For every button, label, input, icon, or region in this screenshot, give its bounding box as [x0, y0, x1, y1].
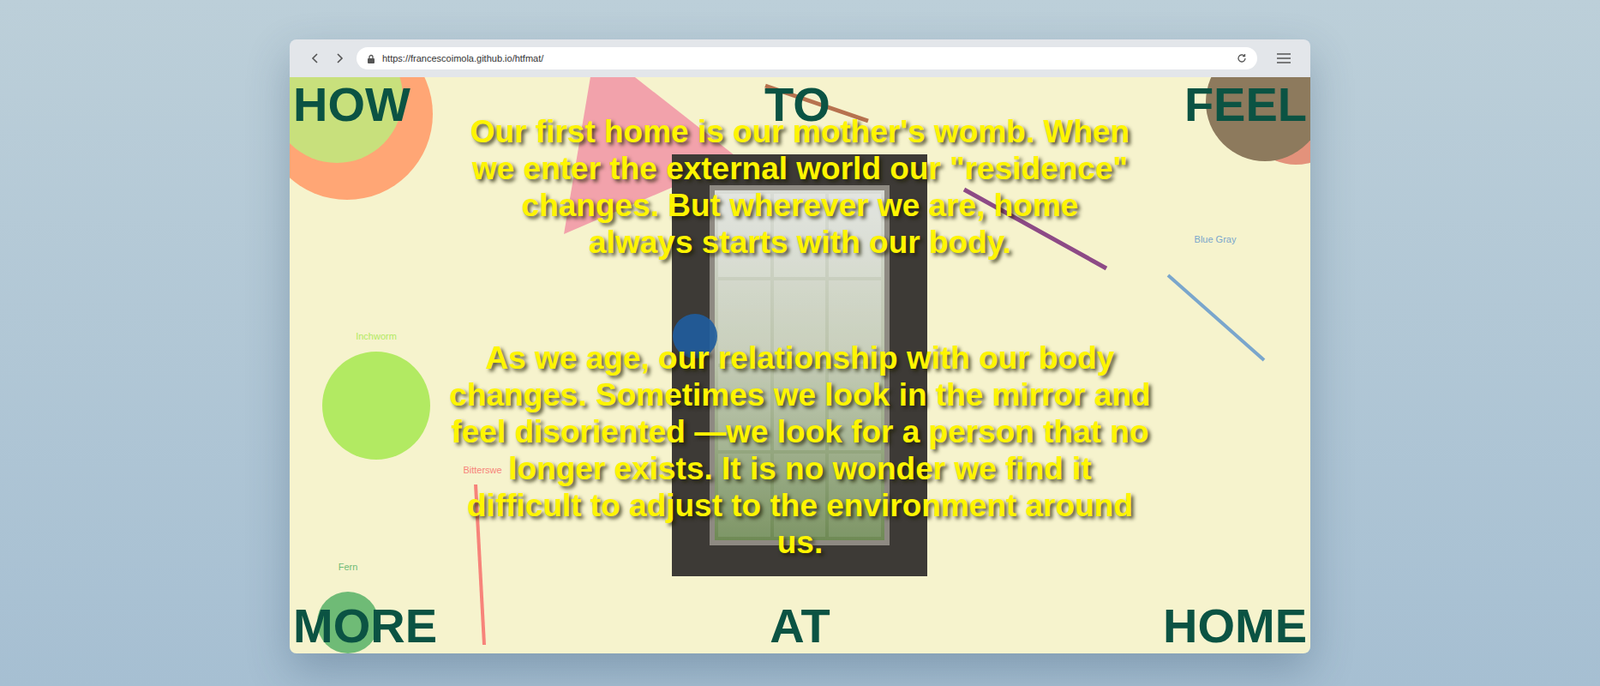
content-canvas: InchwormBlue GrayBittersweFern HOWTOFEEL…	[289, 77, 1311, 654]
title-word: AT	[769, 599, 831, 652]
title-bottom-row: MORE AT HOME	[293, 599, 1307, 652]
shape-label: Fern	[338, 561, 359, 573]
title-word: HOW	[293, 78, 411, 131]
title-word: HOME	[1162, 599, 1307, 652]
color-circle	[322, 351, 431, 460]
back-icon[interactable]	[308, 51, 323, 66]
body-paragraph: As we age, our relationship with our bod…	[449, 339, 1152, 561]
reload-icon[interactable]	[1236, 53, 1247, 64]
browser-window: https://francescoimola.github.io/htfmat/	[289, 39, 1311, 654]
forward-icon[interactable]	[332, 51, 347, 66]
shape-label: Inchworm	[355, 330, 397, 342]
shape-label: Blue Gray	[1194, 233, 1237, 246]
menu-icon[interactable]	[1276, 52, 1292, 65]
url-text[interactable]: https://francescoimola.github.io/htfmat/	[382, 51, 1230, 66]
page: https://francescoimola.github.io/htfmat/	[0, 0, 1600, 654]
color-line	[1168, 275, 1265, 360]
shape-label: Bitterswe	[462, 464, 502, 476]
text-layer: Our first home is our mother's womb. Whe…	[289, 77, 1311, 654]
browser-bar: https://francescoimola.github.io/htfmat/	[289, 39, 1311, 78]
intro-paragraph: Our first home is our mother's womb. Whe…	[470, 113, 1131, 261]
address-bar[interactable]: https://francescoimola.github.io/htfmat/	[356, 47, 1258, 70]
lock-icon	[366, 53, 376, 64]
title-word: FEEL	[1184, 78, 1307, 131]
title-word: MORE	[293, 599, 438, 652]
